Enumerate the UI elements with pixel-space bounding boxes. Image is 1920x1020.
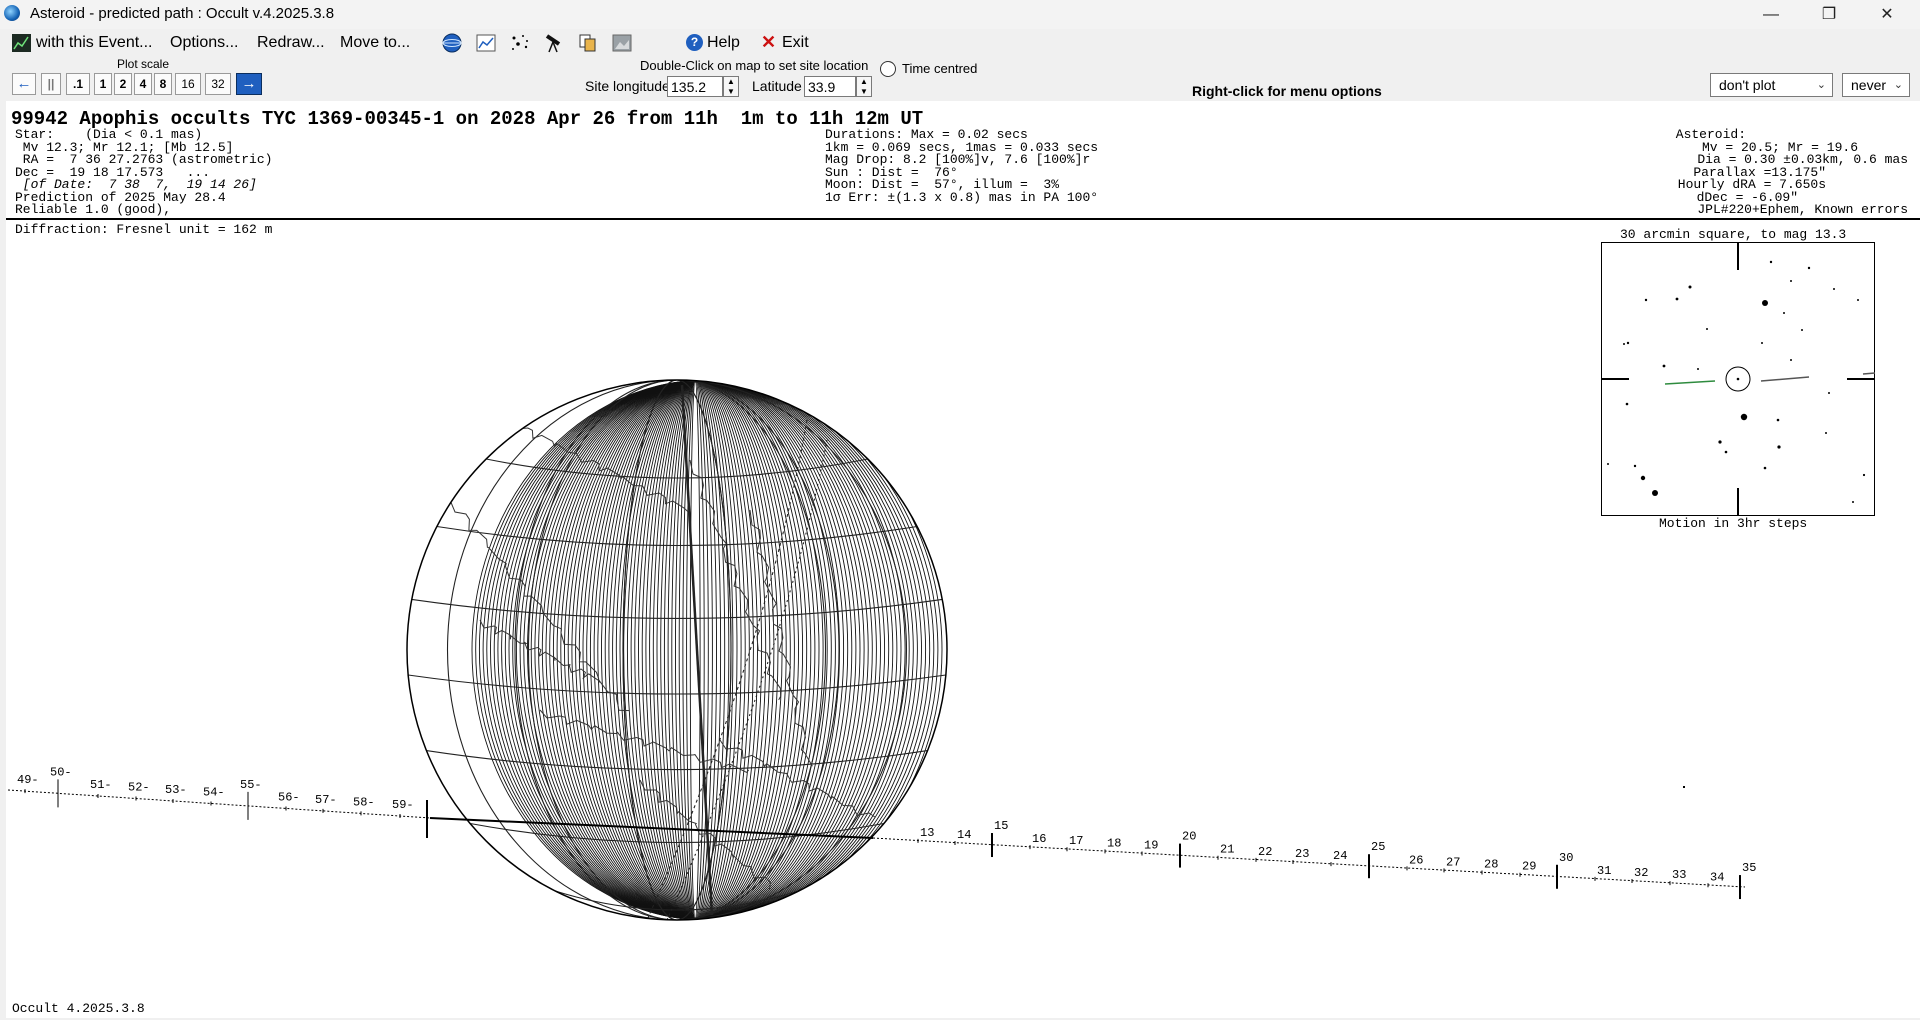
never-value: never (1851, 77, 1887, 93)
scale-button-1[interactable]: 1 (94, 73, 112, 95)
latitude-spinner[interactable]: ▲ ▼ (856, 76, 872, 97)
asteroid-info-block: Asteroid: Mv = 20.5; Mr = 19.6 Dia = 0.30 … (1676, 128, 1908, 217)
time-label: 57- (315, 793, 337, 807)
site-longitude-spinner[interactable]: ▲ ▼ (723, 76, 739, 97)
globe-icon[interactable] (440, 32, 464, 54)
star-field-icon[interactable] (508, 32, 532, 54)
time-centred-label: Time centred (902, 61, 978, 76)
maximize-button[interactable]: ❐ (1800, 0, 1858, 29)
time-label: 20 (1182, 830, 1196, 844)
time-label: 54- (203, 785, 225, 799)
time-axis: 49- 50- 51- 52- 53- 54- 55- 56- 57- 58- 59- 13 14 15 1… (7, 765, 1756, 900)
time-label: 33 (1672, 868, 1686, 882)
finder-star-chart (1601, 242, 1876, 516)
menu-help[interactable]: Help (707, 34, 740, 52)
help-icon: ? (686, 34, 703, 51)
telescope-icon[interactable] (542, 32, 566, 54)
star-info-block: Star: (Dia < 0.1 mas) Mv 12.3; Mr 12.1; … (15, 128, 272, 217)
time-label: 34 (1710, 870, 1724, 884)
time-label: 30 (1559, 851, 1573, 865)
title-bar: Asteroid - predicted path : Occult v.4.2… (0, 0, 1920, 29)
time-label: 28 (1484, 858, 1498, 872)
time-label: 53- (165, 783, 187, 797)
menu-redraw[interactable]: Redraw... (257, 34, 325, 52)
time-label: 21 (1220, 843, 1234, 857)
header-divider (6, 218, 1920, 220)
image-icon[interactable] (610, 32, 634, 54)
asteroid-line: JPL#220+Ephem, Known errors (1697, 202, 1908, 217)
time-centred-radio[interactable] (880, 61, 896, 77)
time-label: 52- (128, 780, 150, 794)
time-label: 22 (1258, 845, 1272, 859)
menu-with-event[interactable]: with this Event... (36, 34, 153, 52)
plot-option-value: don't plot (1719, 77, 1776, 93)
menu-bar: with this Event... Options... Redraw... … (0, 29, 1920, 57)
time-label: 35 (1742, 861, 1756, 875)
time-label: 56- (278, 790, 300, 804)
plot-option-combo[interactable]: don't plot ⌄ (1710, 73, 1833, 97)
time-label: 17 (1069, 834, 1083, 848)
time-label: 31 (1597, 864, 1611, 878)
time-label: 49- (17, 773, 39, 787)
durations-block: Durations: Max = 0.02 secs 1km = 0.069 se… (825, 128, 1099, 205)
scale-button-4[interactable]: 4 (134, 73, 152, 95)
diffraction-note: Diffraction: Fresnel unit = 162 m (15, 222, 273, 237)
chevron-down-icon: ⌄ (1816, 79, 1826, 91)
right-click-hint: Right-click for menu options (1192, 83, 1382, 99)
time-label: 25 (1371, 840, 1385, 854)
latitude-label: Latitude (752, 78, 802, 94)
time-label: 24 (1333, 849, 1347, 863)
time-label: 16 (1032, 832, 1046, 846)
site-longitude-label: Site longitude (585, 78, 670, 94)
menu-options[interactable]: Options... (170, 34, 238, 52)
plot-scale-label: Plot scale (117, 57, 170, 71)
chevron-down-icon: ⌄ (1893, 79, 1903, 91)
time-label: 14 (957, 828, 971, 842)
scroll-right-button[interactable]: → (236, 73, 262, 95)
time-label: 13 (920, 826, 934, 840)
time-label: 32 (1634, 866, 1648, 880)
time-label: 19 (1144, 838, 1158, 852)
pause-button[interactable]: || (41, 73, 61, 95)
time-label: 23 (1295, 847, 1309, 861)
exit-icon: ✕ (761, 32, 777, 52)
footer-version: Occult 4.2025.3.8 (12, 1001, 145, 1016)
scale-button-32[interactable]: 32 (205, 73, 231, 95)
site-longitude-input[interactable]: 135.2 (667, 76, 723, 97)
scale-button-16[interactable]: 16 (175, 73, 201, 95)
minimize-button[interactable]: — (1742, 0, 1800, 29)
time-label: 15 (994, 819, 1008, 833)
time-label: 51- (90, 778, 112, 792)
event-icon (12, 34, 31, 52)
scale-button-8[interactable]: 8 (154, 73, 172, 95)
duration-line: 1σ Err: ±(1.3 x 0.8) mas in PA 100° (825, 189, 1099, 205)
time-label: 55- (240, 778, 262, 792)
menu-move-to[interactable]: Move to... (340, 34, 410, 52)
never-combo[interactable]: never ⌄ (1842, 73, 1910, 97)
app-globe-icon (4, 5, 20, 21)
window-title: Asteroid - predicted path : Occult v.4.2… (30, 5, 335, 22)
time-label: 18 (1107, 836, 1121, 850)
latitude-line (408, 674, 946, 695)
chart-icon[interactable] (474, 32, 498, 54)
menu-exit[interactable]: Exit (782, 34, 809, 52)
time-label: 29 (1522, 860, 1536, 874)
scale-button-2[interactable]: 2 (114, 73, 132, 95)
copy-icon[interactable] (576, 32, 600, 54)
time-label: 27 (1446, 855, 1460, 869)
time-label: 59- (392, 798, 414, 812)
time-label: 26 (1409, 853, 1423, 867)
finder-caption: Motion in 3hr steps (1659, 516, 1808, 531)
scroll-left-button[interactable]: ← (12, 73, 36, 95)
latitude-input[interactable]: 33.9 (804, 76, 856, 97)
star-line: Reliable 1.0 (good), (15, 202, 172, 217)
double-click-hint: Double-Click on map to set site location (640, 58, 869, 73)
time-label: 58- (353, 795, 375, 809)
scale-button-0.1[interactable]: .1 (66, 73, 90, 95)
close-button[interactable]: ✕ (1858, 0, 1916, 29)
finder-title: 30 arcmin square, to mag 13.3 (1620, 227, 1847, 242)
time-label: 50- (50, 765, 72, 779)
